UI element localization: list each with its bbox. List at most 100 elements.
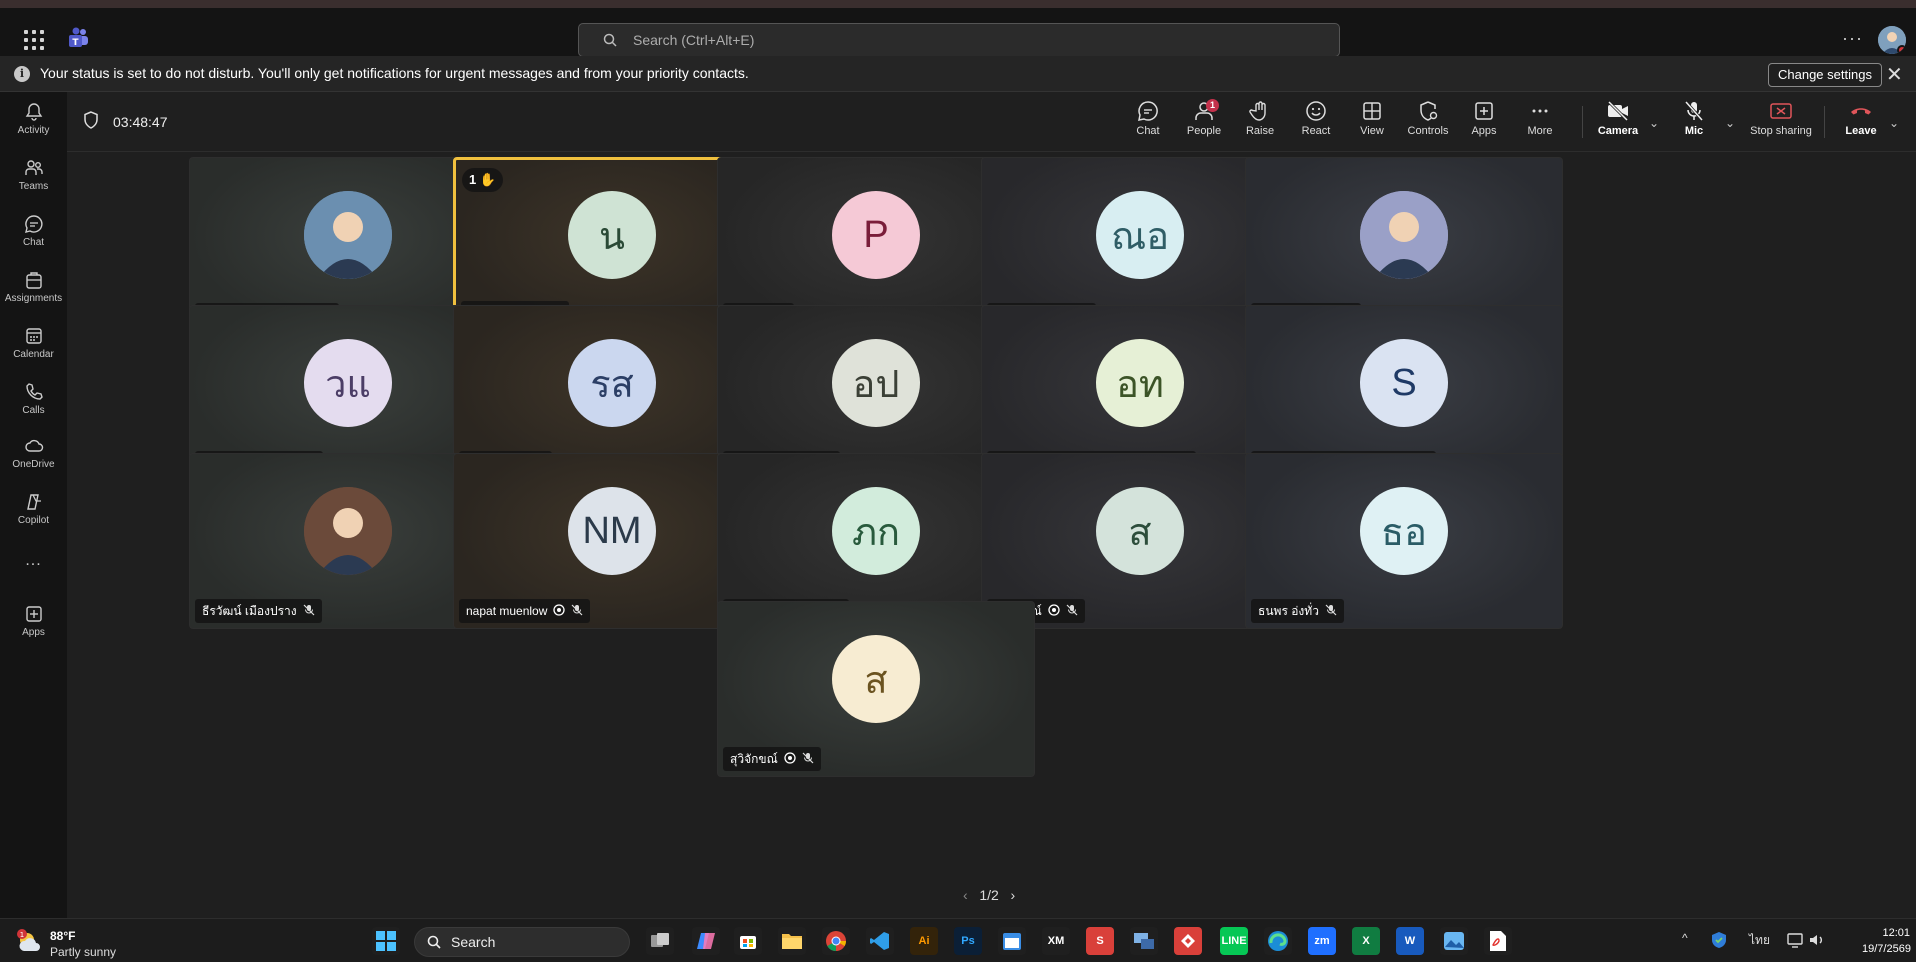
system-clock[interactable]: 12:01 19/7/2569 [1862, 925, 1911, 957]
hand-icon: ✋ [476, 172, 497, 187]
weather-badge: 1 [20, 931, 24, 939]
line-icon[interactable]: LINE [1220, 927, 1248, 955]
participant-avatar-photo [304, 191, 392, 279]
leave-button[interactable]: Leave [1833, 100, 1889, 146]
rail-item-chat[interactable]: Chat [0, 214, 67, 266]
mic-muted-icon [571, 604, 583, 619]
vscode-icon[interactable] [866, 927, 894, 955]
rail-item-activity[interactable]: Activity [0, 102, 67, 154]
rail-item-apps[interactable]: Apps [0, 604, 67, 656]
grid-view-icon [1363, 102, 1381, 120]
copilot-app-icon[interactable] [692, 927, 720, 955]
camera-options-chevron-icon[interactable]: ⌄ [1649, 116, 1659, 130]
people-label: People [1186, 125, 1222, 137]
defender-shield-icon[interactable] [1710, 931, 1728, 949]
raised-hand-badge: 1 ✋ [462, 168, 504, 192]
clock-time: 12:01 [1882, 927, 1910, 939]
s-app-icon[interactable]: S [1086, 927, 1114, 955]
controls-button[interactable]: Controls [1400, 100, 1456, 146]
task-view-icon[interactable] [646, 927, 674, 955]
my-avatar[interactable] [1878, 26, 1906, 54]
raise-hand-button[interactable]: Raise [1232, 100, 1288, 146]
change-settings-button[interactable]: Change settings [1768, 63, 1882, 87]
react-button[interactable]: React [1288, 100, 1344, 146]
shield-icon [84, 111, 98, 129]
phone-icon [25, 383, 43, 400]
more-label: More [1527, 125, 1553, 137]
photoshop-icon[interactable]: Ps [954, 927, 982, 955]
stop-sharing-label: Stop sharing [1750, 125, 1812, 137]
network-app-icon[interactable] [1130, 927, 1158, 955]
participant-avatar: ธอ [1360, 487, 1448, 575]
camera-button[interactable]: Camera [1590, 100, 1646, 146]
volume-icon[interactable] [1808, 931, 1826, 949]
stop-sharing-button[interactable]: Stop sharing [1746, 100, 1816, 146]
more-icon [1532, 109, 1548, 113]
participant-tile[interactable]: สสุวิจักขณ์ [717, 601, 1035, 777]
file-explorer-icon[interactable] [778, 927, 806, 955]
controls-label: Controls [1407, 125, 1449, 137]
camera-off-icon [1607, 100, 1629, 122]
stop-share-icon [1770, 103, 1792, 119]
apps-plus-icon [25, 606, 42, 622]
rail-item-calendar[interactable]: Calendar [0, 326, 67, 378]
gallery-pager: ‹ 1/2 › [963, 887, 1015, 903]
participant-avatar: ภก [832, 487, 920, 575]
taskbar-search[interactable]: Search [414, 927, 630, 957]
zoom-icon[interactable]: zm [1308, 927, 1336, 955]
rail-item-assignments[interactable]: Assignments [0, 270, 67, 322]
rail-item-more[interactable]: ... [0, 552, 67, 604]
rail-label: Teams [18, 181, 49, 192]
search-placeholder: Search (Ctrl+Alt+E) [633, 32, 755, 48]
show-hidden-icons-chevron-icon[interactable]: ^ [1682, 931, 1688, 945]
meeting-app-icon [553, 603, 566, 619]
rail-item-teams[interactable]: Teams [0, 158, 67, 210]
settings-more-icon[interactable]: ··· [1842, 28, 1863, 49]
camera-label: Camera [1597, 125, 1639, 137]
close-icon[interactable]: ✕ [1886, 62, 1903, 87]
anydesk-icon[interactable] [1174, 927, 1202, 955]
chrome-icon[interactable] [822, 927, 850, 955]
rail-item-copilot[interactable]: Copilot [0, 492, 67, 544]
store-icon[interactable] [734, 927, 762, 955]
mic-label: Mic [1684, 125, 1704, 137]
windows-start-icon[interactable] [372, 927, 400, 955]
view-button[interactable]: View [1344, 100, 1400, 146]
xm-icon[interactable]: XM [1042, 927, 1070, 955]
word-icon[interactable]: W [1396, 927, 1424, 955]
excel-icon[interactable]: X [1352, 927, 1380, 955]
pdf-icon[interactable] [1484, 927, 1512, 955]
mic-off-icon [1684, 101, 1704, 121]
hang-up-icon [1851, 108, 1871, 115]
meeting-stage: Wannaphat Prabpalaน1 ✋นันท์พิน···PPobณอณ… [67, 153, 1916, 918]
participant-avatar: S [1360, 339, 1448, 427]
rail-item-calls[interactable]: Calls [0, 382, 67, 434]
search-icon [603, 33, 617, 47]
participant-tile[interactable]: ธอ ธนพร อ่งทั่ว [1245, 453, 1563, 629]
photos-icon[interactable] [1440, 927, 1468, 955]
input-language-indicator[interactable]: ไทย [1749, 931, 1770, 950]
mic-button[interactable]: Mic [1666, 100, 1722, 146]
participant-name-plate: ธีรวัฒน์ เมืองปราง [195, 599, 322, 623]
previous-page-icon[interactable]: ‹ [963, 887, 968, 903]
chat-button[interactable]: Chat [1120, 100, 1176, 146]
leave-label: Leave [1845, 125, 1877, 137]
more-button[interactable]: More [1512, 100, 1568, 146]
edge-icon[interactable] [1264, 927, 1292, 955]
leave-options-chevron-icon[interactable]: ⌄ [1889, 116, 1899, 130]
title-bar: T Search (Ctrl+Alt+E) ··· [0, 8, 1916, 57]
taskbar-search-label: Search [451, 934, 496, 950]
rail-label: OneDrive [12, 459, 55, 470]
rail-item-onedrive[interactable]: OneDrive [0, 436, 67, 488]
illustrator-icon[interactable]: Ai [910, 927, 938, 955]
calendar-app-icon[interactable] [998, 927, 1026, 955]
next-page-icon[interactable]: › [1010, 887, 1015, 903]
rail-label: Calls [22, 405, 45, 416]
global-search-input[interactable]: Search (Ctrl+Alt+E) [578, 23, 1340, 57]
apps-button[interactable]: Apps [1456, 100, 1512, 146]
people-button[interactable]: 1 People [1176, 99, 1232, 146]
network-icon[interactable] [1786, 931, 1804, 949]
mic-options-chevron-icon[interactable]: ⌄ [1725, 116, 1735, 130]
app-launcher-icon[interactable] [24, 30, 44, 50]
calendar-icon [25, 328, 42, 344]
